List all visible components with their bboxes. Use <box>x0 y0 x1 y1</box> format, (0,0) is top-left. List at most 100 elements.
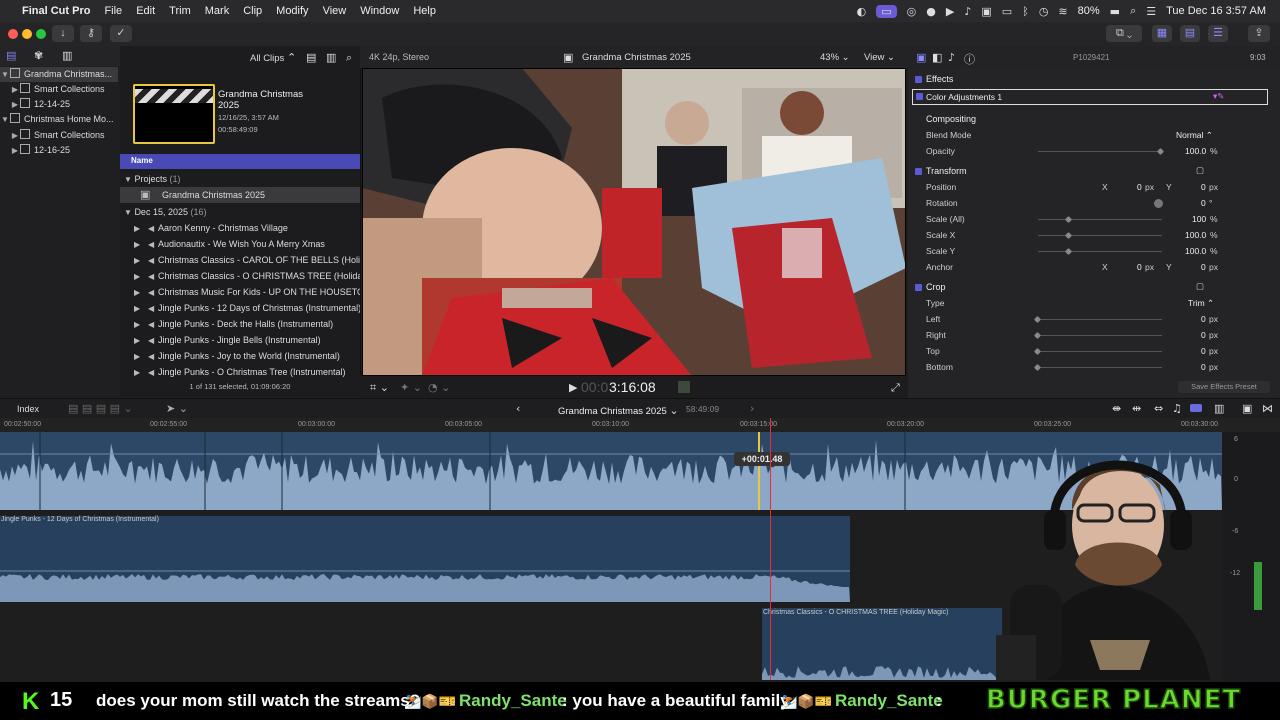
speed-icon[interactable]: ◔ ⌄ <box>428 381 450 394</box>
crop-type-select[interactable]: Trim ⌃ <box>1188 298 1214 309</box>
close-window-button[interactable] <box>8 29 18 39</box>
menu-mark[interactable]: Mark <box>205 5 229 17</box>
clock-label[interactable]: Tue Dec 16 3:57 AM <box>1166 5 1266 17</box>
position-x-value[interactable]: 0 <box>1137 182 1142 192</box>
viewer-frame[interactable] <box>362 68 906 376</box>
crop-right-slider[interactable] <box>1038 335 1162 336</box>
scale-all-value[interactable]: 100 <box>1192 214 1206 224</box>
opacity-slider[interactable] <box>1038 151 1162 152</box>
crop-left-slider[interactable] <box>1038 319 1162 320</box>
zoom-menu[interactable]: 43% ⌄ <box>820 52 850 63</box>
skimming-toggle[interactable] <box>1190 404 1202 412</box>
keywords-icon[interactable]: ⚷ <box>80 25 102 42</box>
filmstrip-icon[interactable]: ▤ <box>306 51 316 64</box>
trim-edge-handle[interactable] <box>758 432 760 510</box>
video-inspector-icon[interactable]: ▣ <box>916 51 926 64</box>
list-item[interactable]: ▶ ◀ Christmas Classics - O CHRISTMAS TREE … <box>120 268 360 284</box>
transform-checkbox[interactable] <box>915 168 922 175</box>
zoom-icon[interactable]: ⇹ <box>1132 402 1141 415</box>
rotation-value[interactable]: 0 <box>1201 198 1206 208</box>
battery-icon[interactable]: ▬ <box>1110 5 1120 18</box>
clips-filter[interactable]: All Clips ⌃ <box>250 51 296 64</box>
list-item[interactable]: ▶ ◀ Audionautix - We Wish You A Merry Xmas <box>120 236 360 252</box>
menu-view[interactable]: View <box>323 5 347 17</box>
zoom-window-button[interactable] <box>36 29 46 39</box>
opacity-value[interactable]: 100.0 <box>1185 146 1206 156</box>
audio-inspector-icon[interactable]: ♪ <box>948 51 955 64</box>
library-item[interactable]: ▼ Christmas Home Mo... <box>0 112 118 127</box>
scale-y-slider[interactable] <box>1038 251 1162 252</box>
forward-icon[interactable]: › <box>750 402 754 415</box>
date-group[interactable]: ▼ Dec 15, 2025 (16) <box>120 204 360 220</box>
import-icon[interactable]: ↓ <box>52 25 74 42</box>
search-icon[interactable]: ⌕ <box>346 51 352 65</box>
wifi-icon[interactable]: ≋ <box>1058 5 1067 18</box>
list-item[interactable]: ▣ Grandma Christmas 2025 <box>120 187 360 203</box>
library-item[interactable]: ▶ Smart Collections <box>0 82 128 97</box>
blend-mode-select[interactable]: Normal ⌃ <box>1176 130 1213 141</box>
anchor-y-value[interactable]: 0 <box>1201 262 1206 272</box>
scale-x-slider[interactable] <box>1038 235 1162 236</box>
menu-window[interactable]: Window <box>360 5 399 17</box>
transform-overlay-icon[interactable]: ▢ <box>1196 165 1204 176</box>
list-item[interactable]: ▶ ◀ Jingle Punks - 12 Days of Christmas (I… <box>120 300 360 316</box>
share-icon[interactable]: ⇪ <box>1248 25 1270 42</box>
color-adjustments-effect[interactable]: Color Adjustments 1 ▾✎ <box>912 89 1268 105</box>
inspector-toggle-icon[interactable]: ☰ <box>1208 25 1228 42</box>
menu-modify[interactable]: Modify <box>276 5 308 17</box>
keyboard-icon[interactable]: ▭ <box>876 4 897 18</box>
list-item[interactable]: ▶ ◀ Jingle Punks - Joy to the World (Instr… <box>120 348 360 364</box>
background-tasks-icon[interactable]: ✓ <box>110 25 132 42</box>
library-item[interactable]: ▼ Grandma Christmas... <box>0 67 118 82</box>
back-icon[interactable]: ‹ <box>516 402 520 415</box>
scale-y-knob[interactable] <box>1064 247 1073 256</box>
list-item[interactable]: ▶ ◀ Aaron Kenny - Christmas Village <box>120 220 360 236</box>
play-icon[interactable]: ▶ <box>946 5 954 18</box>
titles-icon[interactable]: ▥ <box>62 49 72 62</box>
list-item[interactable]: ▶ ◀ Christmas Music For Kids - UP ON THE H… <box>120 284 360 300</box>
list-view-icon[interactable]: ▥ <box>326 51 336 64</box>
projects-group[interactable]: ▼ Projects (1) <box>120 171 360 187</box>
scale-y-value[interactable]: 100.0 <box>1185 246 1206 256</box>
name-column-header[interactable]: Name <box>120 154 360 169</box>
photos-icon[interactable]: ✾ <box>34 49 43 62</box>
control-toggle-icon[interactable]: ☰ <box>1146 5 1156 18</box>
list-item[interactable]: ▶ ◀ Jingle Punks - O Christmas Tree (Instr… <box>120 364 360 380</box>
monitor-icon[interactable]: ▭ <box>1002 5 1012 18</box>
position-y-value[interactable]: 0 <box>1201 182 1206 192</box>
crop-right-knob[interactable] <box>1033 331 1042 340</box>
effects-browser-icon[interactable]: ▣ <box>1242 402 1252 415</box>
view-menu[interactable]: View ⌄ <box>864 52 895 63</box>
crop-bottom-knob[interactable] <box>1033 363 1042 372</box>
play-button[interactable]: ▶ <box>569 381 577 394</box>
minimize-window-button[interactable] <box>22 29 32 39</box>
timecode-display[interactable]: 3:16:08 <box>609 379 656 395</box>
bluetooth-icon[interactable]: ᛒ <box>1022 5 1029 18</box>
crop-right-value[interactable]: 0 <box>1201 330 1206 340</box>
app-menu[interactable]: Final Cut Pro <box>22 5 90 17</box>
effects-checkbox[interactable] <box>915 76 922 83</box>
wheel-icon[interactable]: ◎ <box>907 5 917 18</box>
crop-top-slider[interactable] <box>1038 351 1162 352</box>
snapping-icon[interactable]: ⇔ <box>1154 402 1163 415</box>
music-clip[interactable] <box>0 516 850 602</box>
music-clip[interactable]: Christmas Classics - O CHRISTMAS TREE (H… <box>762 608 1002 680</box>
menu-file[interactable]: File <box>104 5 122 17</box>
list-item[interactable]: ▶ ◀ Christmas Classics - CAROL OF THE BELL… <box>120 252 360 268</box>
clock-icon[interactable]: ◷ <box>1039 5 1049 18</box>
scale-x-value[interactable]: 100.0 <box>1185 230 1206 240</box>
display-icon[interactable]: ▣ <box>981 5 991 18</box>
crop-bottom-value[interactable]: 0 <box>1201 362 1206 372</box>
anchor-x-value[interactable]: 0 <box>1137 262 1142 272</box>
transform-icon[interactable]: ⌗ ⌄ <box>370 381 389 395</box>
menu-edit[interactable]: Edit <box>136 5 155 17</box>
volume-icon[interactable]: ♪ <box>964 5 971 18</box>
crop-left-value[interactable]: 0 <box>1201 314 1206 324</box>
playhead[interactable] <box>770 418 771 680</box>
library-item[interactable]: ▶ Smart Collections <box>0 128 128 143</box>
info-inspector-icon[interactable]: ⓘ <box>964 51 975 67</box>
mask-icon[interactable]: ▾✎ <box>1213 91 1224 102</box>
opacity-slider-knob[interactable] <box>1156 147 1165 156</box>
enhance-icon[interactable]: ✦ ⌄ <box>400 381 422 394</box>
project-thumbnail[interactable] <box>133 84 215 144</box>
